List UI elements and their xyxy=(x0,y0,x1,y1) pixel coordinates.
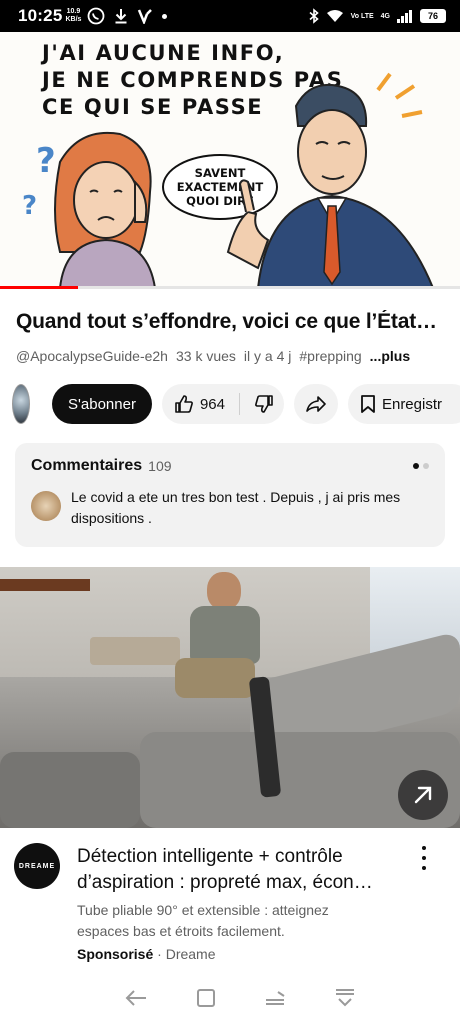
svg-text:?: ? xyxy=(22,191,37,221)
menu-down-icon[interactable] xyxy=(334,988,356,1008)
video-progress-fill xyxy=(0,286,79,289)
open-ad-button[interactable] xyxy=(398,770,448,820)
comment-author-avatar xyxy=(31,491,61,521)
action-row: S'abonner 964 Enregistr xyxy=(12,383,460,425)
advertiser-logo[interactable]: DREAME xyxy=(14,843,60,889)
sponsor-separator: · xyxy=(157,946,162,962)
system-nav-bar xyxy=(0,972,460,1024)
ad-scene-table xyxy=(90,637,180,665)
like-divider xyxy=(238,393,240,415)
net-speed: 10.9 KB/s xyxy=(65,8,82,23)
save-label: Enregistr xyxy=(381,395,442,413)
recents-icon[interactable] xyxy=(264,988,286,1008)
notification-icons xyxy=(87,7,168,25)
top-comment: Le covid a ete un tres bon test . Depuis… xyxy=(31,487,429,529)
signal-icon xyxy=(397,9,412,23)
hashtag[interactable]: #prepping xyxy=(299,348,361,364)
status-bar: 10:25 10.9 KB/s Vo LTE 4G 76 xyxy=(0,0,460,32)
system-icons: Vo LTE 4G 76 xyxy=(309,8,446,24)
sponsored-label: Sponsorisé xyxy=(77,946,154,962)
save-icon xyxy=(361,395,375,413)
upload-age: il y a 4 j xyxy=(243,348,292,364)
share-icon xyxy=(306,396,326,412)
more-notifications-dot xyxy=(162,13,168,19)
comments-pager-dots xyxy=(413,463,429,469)
ad-scene-sofa-left xyxy=(0,752,140,828)
view-count: 33 k vues xyxy=(175,348,236,364)
comments-card[interactable]: Commentaires 109 Le covid a ete un tres … xyxy=(15,443,445,547)
download-icon xyxy=(115,9,127,24)
comic-woman-illustration: ? ? xyxy=(22,131,157,288)
share-button[interactable] xyxy=(293,384,338,424)
volte-label: Vo LTE xyxy=(350,12,374,20)
video-player[interactable]: J'AI AUCUNE INFO, JE NE COMPRENDS PAS CE… xyxy=(0,32,460,288)
save-button[interactable]: Enregistr xyxy=(347,384,460,424)
channel-handle[interactable]: @ApocalypseGuide-e2h xyxy=(16,348,168,364)
like-button[interactable]: 964 xyxy=(174,394,225,414)
ad-more-options-icon[interactable] xyxy=(418,846,430,870)
subscribe-button[interactable]: S'abonner xyxy=(52,384,152,424)
comments-header: Commentaires 109 xyxy=(31,457,429,475)
advertiser-name: Dreame xyxy=(165,946,216,962)
video-title[interactable]: Quand tout s’effondre, voici ce que l’Ét… xyxy=(16,310,452,334)
bluetooth-icon xyxy=(309,8,319,24)
ad-image[interactable] xyxy=(0,567,460,828)
comments-count: 109 xyxy=(148,458,172,474)
home-icon[interactable] xyxy=(196,988,216,1008)
comment-text: Le covid a ete un tres bon test . Depuis… xyxy=(71,489,401,526)
comic-man-illustration xyxy=(226,72,435,288)
comments-title: Commentaires xyxy=(31,457,143,474)
signal-type-label: 4G xyxy=(380,12,390,20)
ad-description: Tube pliable 90° et extensible : atteign… xyxy=(77,902,329,939)
video-progress-bar[interactable] xyxy=(0,286,460,289)
ad-sponsor-line: Sponsorisé · Dreame xyxy=(77,946,216,962)
open-link-icon xyxy=(414,786,432,804)
like-icon xyxy=(175,395,193,413)
ad-title[interactable]: Détection intelligente + contrôle d’aspi… xyxy=(77,844,407,896)
v-app-icon xyxy=(138,9,153,24)
like-dislike-group: 964 xyxy=(161,384,284,424)
like-count: 964 xyxy=(199,395,225,413)
dislike-icon[interactable] xyxy=(254,394,274,414)
svg-text:?: ? xyxy=(36,141,56,181)
wifi-icon xyxy=(326,10,343,22)
ad-scene-fireplace xyxy=(0,579,90,591)
channel-avatar[interactable] xyxy=(12,384,31,424)
clock: 10:25 xyxy=(18,6,63,25)
more-description-link[interactable]: ...plus xyxy=(370,348,410,364)
back-icon[interactable] xyxy=(124,988,148,1008)
video-meta[interactable]: @ApocalypseGuide-e2h 33 k vues il y a 4 … xyxy=(16,348,410,364)
whatsapp-icon xyxy=(88,7,105,25)
battery-indicator: 76 xyxy=(420,9,446,23)
